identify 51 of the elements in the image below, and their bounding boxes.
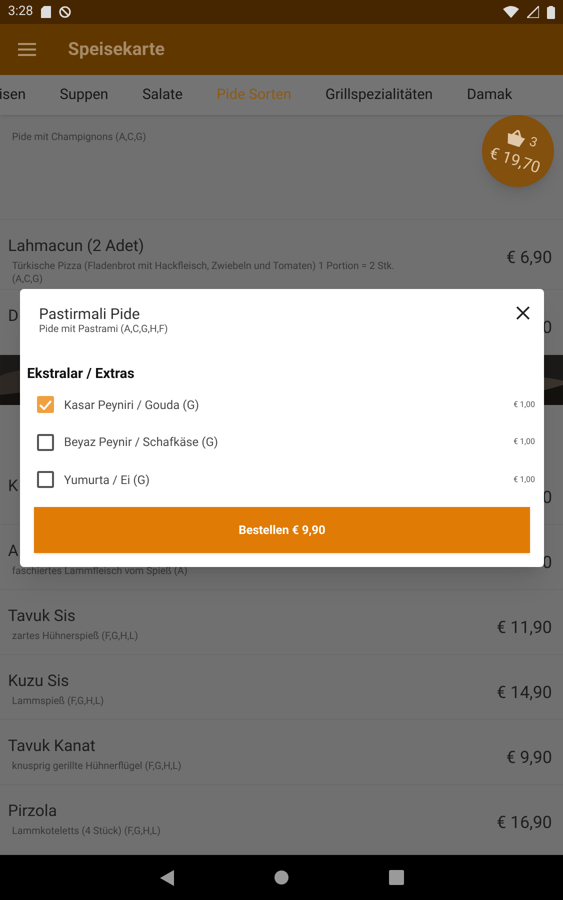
dish-description: Lammkoteletts (4 Stück) (F,G,H,L) <box>11 825 162 838</box>
menu-icon[interactable] <box>18 43 36 56</box>
clock: 3:28 <box>8 3 34 22</box>
extra-price: € 1,00 <box>513 398 535 411</box>
dish-description: Pide mit Champignons (A,C,G) <box>11 131 148 144</box>
cart-count: 3 <box>526 134 540 152</box>
dish-price: € 14,90 <box>496 682 553 705</box>
dish-price: € 9,90 <box>506 747 553 770</box>
extra-checkbox[interactable] <box>37 396 54 414</box>
dish-name: A <box>8 541 18 561</box>
category-tab[interactable]: Salate <box>142 84 183 106</box>
wifi-icon <box>503 6 519 18</box>
extra-label: Yumurta / Ei (G) <box>64 472 151 489</box>
order-button[interactable]: Bestellen € 9,90 <box>34 506 530 552</box>
cart-button[interactable]: 3 € 19,70 <box>482 115 554 187</box>
dish-name: Lahmacun (2 Adet) <box>8 236 144 256</box>
category-tab[interactable]: isen <box>0 84 26 106</box>
dish-name: Tavuk Sis <box>8 606 76 626</box>
dialog-title: Pastirmali Pide <box>39 304 141 324</box>
dish-price: € 11,90 <box>496 617 553 640</box>
dish-name: K <box>8 476 18 496</box>
extra-price: € 1,00 <box>513 474 535 486</box>
section-heading: Ekstralar / Extras <box>27 366 136 382</box>
dialog-subtitle: Pide mit Pastrami (A,C,G,H,F) <box>39 324 169 336</box>
category-tab[interactable]: Suppen <box>60 84 108 106</box>
sd-card-icon <box>41 6 52 18</box>
extra-label: Kasar Peyniri / Gouda (G) <box>64 396 200 414</box>
category-tab[interactable]: Grillspezialitäten <box>325 84 433 106</box>
close-icon[interactable] <box>516 306 530 320</box>
extra-checkbox[interactable] <box>37 471 54 488</box>
signal-icon <box>527 6 539 18</box>
extra-checkbox[interactable] <box>37 434 54 451</box>
dish-description: Türkische Pizza (Fladenbrot mit Hackfleisch, Zwiebeln und Tomaten) 1 Portion = 2 Stk. (A,C,G) <box>11 260 396 286</box>
dish-price: € 16,90 <box>496 812 553 835</box>
category-tab[interactable]: Damak <box>466 84 512 106</box>
battery-icon <box>547 6 555 18</box>
dish-name: Pirzola <box>8 801 57 821</box>
check-icon <box>39 400 52 410</box>
dish-name: D <box>8 306 18 326</box>
dish-description: Lammspieß (F,G,H,L) <box>11 695 105 708</box>
recents-icon[interactable] <box>388 870 404 885</box>
dish-description: knusprig gerillte Hühnerflügel (F,G,H,L) <box>11 760 182 773</box>
dish-name: Tavuk Kanat <box>8 736 96 756</box>
dish-name: Kuzu Sis <box>8 671 70 691</box>
dish-description: zartes Hühnerspieß (F,G,H,L) <box>11 630 140 643</box>
extra-price: € 1,00 <box>513 436 535 448</box>
dish-price: € 6,90 <box>506 247 553 270</box>
app-title: Speisekarte <box>68 38 165 62</box>
home-icon[interactable] <box>274 870 288 885</box>
extra-label: Beyaz Peynir / Schafkäse (G) <box>64 434 220 452</box>
back-icon[interactable] <box>160 870 174 886</box>
